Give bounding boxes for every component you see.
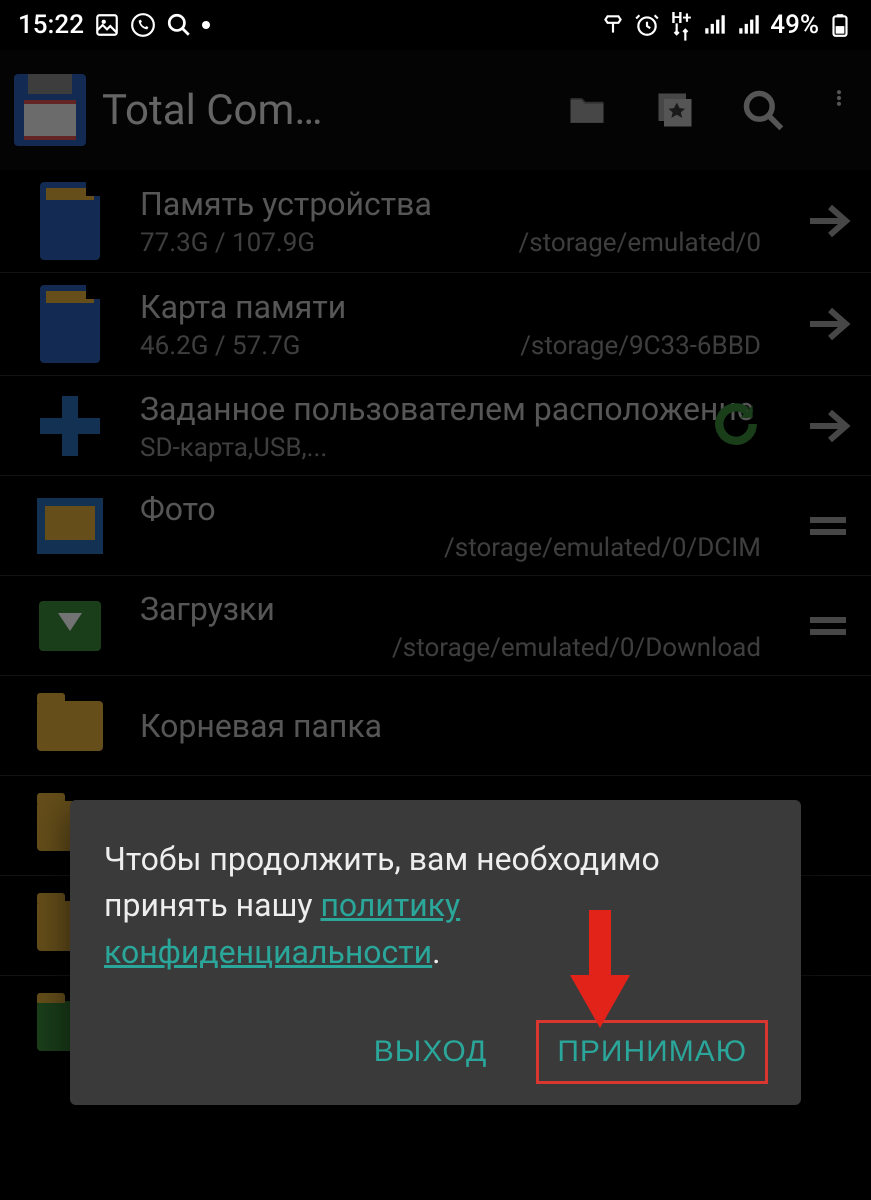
- list-item[interactable]: Загрузки /storage/emulated/0/Download: [0, 576, 871, 676]
- photo-icon: [0, 498, 140, 554]
- sd-card-icon: [0, 182, 140, 260]
- recycle-icon: [600, 12, 626, 38]
- row-path: /storage/emulated/0: [519, 228, 761, 258]
- row-subtitle: 46.2G / 57.7G: [140, 331, 300, 361]
- drag-handle-icon[interactable]: [793, 502, 863, 550]
- status-time: 15:22: [18, 10, 84, 40]
- list-item[interactable]: Заданное пользователем расположение SD-к…: [0, 376, 871, 476]
- viber-icon: [130, 12, 156, 38]
- sd-card-icon: [0, 285, 140, 363]
- search-icon[interactable]: [741, 88, 785, 132]
- network-type-label: H+: [671, 8, 691, 27]
- dialog-message: Чтобы продолжить, вам необходимо принять…: [104, 836, 767, 975]
- exit-button[interactable]: ВЫХОД: [354, 1021, 508, 1083]
- arrow-right-icon[interactable]: [793, 300, 863, 348]
- list-item[interactable]: Карта памяти 46.2G / 57.7G /storage/9C33…: [0, 273, 871, 376]
- app-icon: [14, 74, 86, 146]
- more-notifications-icon: [202, 21, 210, 29]
- status-bar: 15:22 H+ 49%: [0, 0, 871, 50]
- row-title: Заданное пользователем расположение: [140, 389, 761, 429]
- signal-1-icon: [702, 12, 728, 38]
- list-item[interactable]: Память устройства 77.3G / 107.9G /storag…: [0, 170, 871, 273]
- dialog-text-suffix: .: [432, 933, 440, 971]
- bookmarks-icon[interactable]: [653, 88, 697, 132]
- row-path: /storage/emulated/0/DCIM: [444, 533, 761, 563]
- row-path: /storage/emulated/0/Download: [392, 633, 761, 663]
- row-subtitle: SD-карта,USB,...: [140, 433, 761, 463]
- overflow-menu-icon[interactable]: [829, 88, 849, 132]
- signal-2-icon: [736, 12, 762, 38]
- gallery-icon: [94, 12, 120, 38]
- row-title: Карта памяти: [140, 287, 761, 327]
- battery-percentage: 49%: [770, 10, 819, 40]
- row-title: Корневая папка: [140, 706, 761, 746]
- app-title: Total Com…: [102, 86, 549, 135]
- row-title: Загрузки: [140, 589, 761, 629]
- privacy-dialog: Чтобы продолжить, вам необходимо принять…: [70, 800, 801, 1105]
- list-item[interactable]: Фото /storage/emulated/0/DCIM: [0, 476, 871, 576]
- row-title: Память устройства: [140, 184, 761, 224]
- row-subtitle: 77.3G / 107.9G: [140, 228, 315, 258]
- folder-toolbar-icon[interactable]: [565, 88, 609, 132]
- arrow-right-icon[interactable]: [793, 197, 863, 245]
- download-icon: [0, 601, 140, 651]
- app-toolbar: Total Com…: [0, 50, 871, 170]
- alarm-icon: [634, 12, 660, 38]
- drag-handle-icon[interactable]: [793, 602, 863, 650]
- annotation-arrow-icon: [565, 910, 635, 1034]
- folder-icon: [0, 701, 140, 751]
- search-status-icon: [166, 12, 192, 38]
- network-type-icon: H+: [668, 12, 694, 38]
- refresh-icon[interactable]: [711, 399, 761, 453]
- row-title: Фото: [140, 489, 761, 529]
- list-item[interactable]: Корневая папка: [0, 676, 871, 776]
- plus-icon: [0, 396, 140, 456]
- row-path: /storage/9C33-6BBD: [520, 331, 761, 361]
- battery-icon: [827, 12, 853, 38]
- arrow-right-icon[interactable]: [793, 402, 863, 450]
